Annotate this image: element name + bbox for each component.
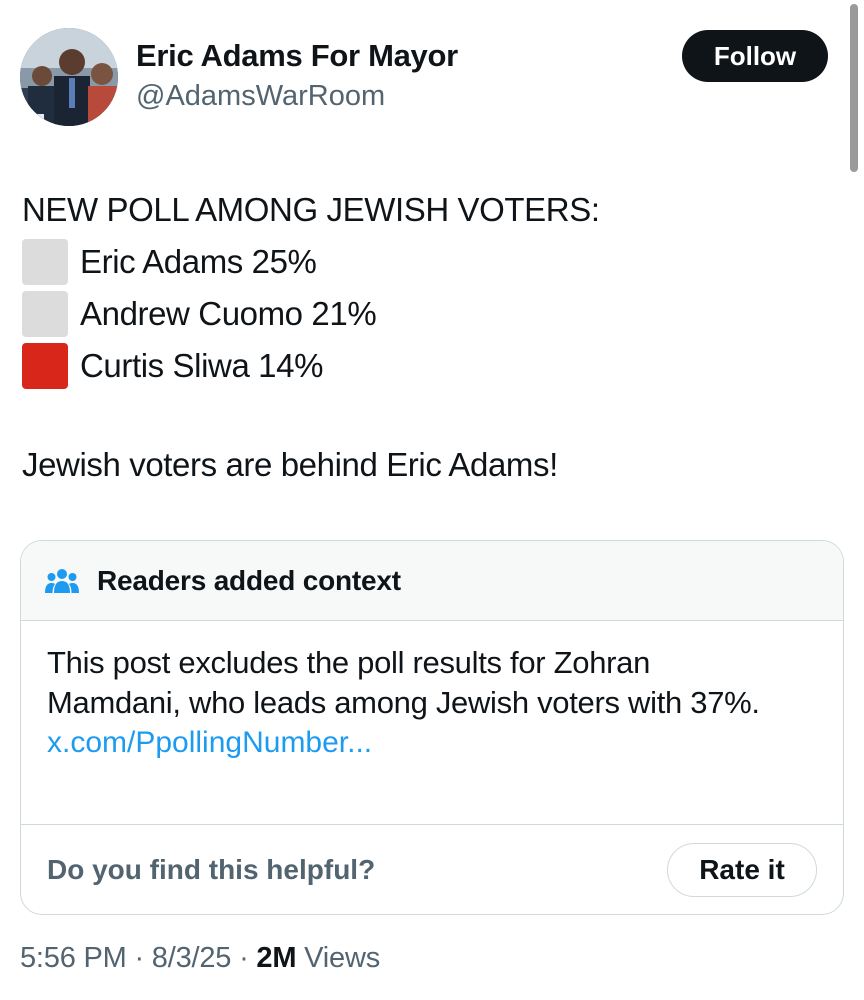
views-label: Views [304, 942, 381, 974]
helpful-question: Do you find this helpful? [47, 854, 376, 885]
tweet-page: Eric Adams For Mayor @AdamsWarRoom Follo… [0, 0, 864, 1000]
rate-it-button[interactable]: Rate it [667, 843, 817, 897]
community-note-source-link[interactable]: x.com/PpollingNumber... [47, 723, 815, 763]
post-text: NEW POLL AMONG JEWISH VOTERS: Eric Adams… [22, 184, 822, 392]
people-icon [45, 567, 79, 595]
views-count[interactable]: 2M [256, 942, 296, 974]
author-name[interactable]: Eric Adams For Mayor [136, 38, 458, 74]
community-note-header: Readers added context [21, 541, 843, 621]
poll-row: Andrew Cuomo 21% [22, 288, 822, 340]
community-note-title: Readers added context [97, 564, 401, 596]
follow-button[interactable]: Follow [682, 30, 828, 82]
white-square-icon [22, 291, 68, 337]
poll-row: Eric Adams 25% [22, 236, 822, 288]
poll-row: Curtis Sliwa 14% [22, 340, 822, 392]
poll-row-text: Andrew Cuomo 21% [80, 295, 377, 332]
post-header: Eric Adams For Mayor @AdamsWarRoom Follo… [20, 28, 828, 128]
author-handle[interactable]: @AdamsWarRoom [136, 80, 385, 113]
avatar[interactable] [20, 28, 118, 126]
poll-row-text: Eric Adams 25% [80, 243, 317, 280]
meta-separator: · [134, 942, 144, 974]
poll-row-text: Curtis Sliwa 14% [80, 347, 324, 384]
post-meta: 5:56 PM · 8/3/25 · 2M Views [20, 942, 380, 975]
red-square-icon [22, 343, 68, 389]
meta-separator: · [239, 942, 249, 974]
community-note-card: Readers added context This post excludes… [20, 540, 844, 915]
community-note-text: This post excludes the poll results for … [47, 645, 760, 720]
scrollbar[interactable] [850, 4, 858, 172]
community-note-footer: Do you find this helpful? Rate it [21, 825, 843, 914]
avatar-photo-icon [20, 28, 118, 126]
white-square-icon [22, 239, 68, 285]
post-time[interactable]: 5:56 PM [20, 942, 127, 974]
post-headline: NEW POLL AMONG JEWISH VOTERS: [22, 191, 600, 228]
community-note-body: This post excludes the poll results for … [21, 621, 843, 825]
post-closing-line: Jewish voters are behind Eric Adams! [22, 446, 558, 483]
post-date[interactable]: 8/3/25 [152, 942, 232, 974]
